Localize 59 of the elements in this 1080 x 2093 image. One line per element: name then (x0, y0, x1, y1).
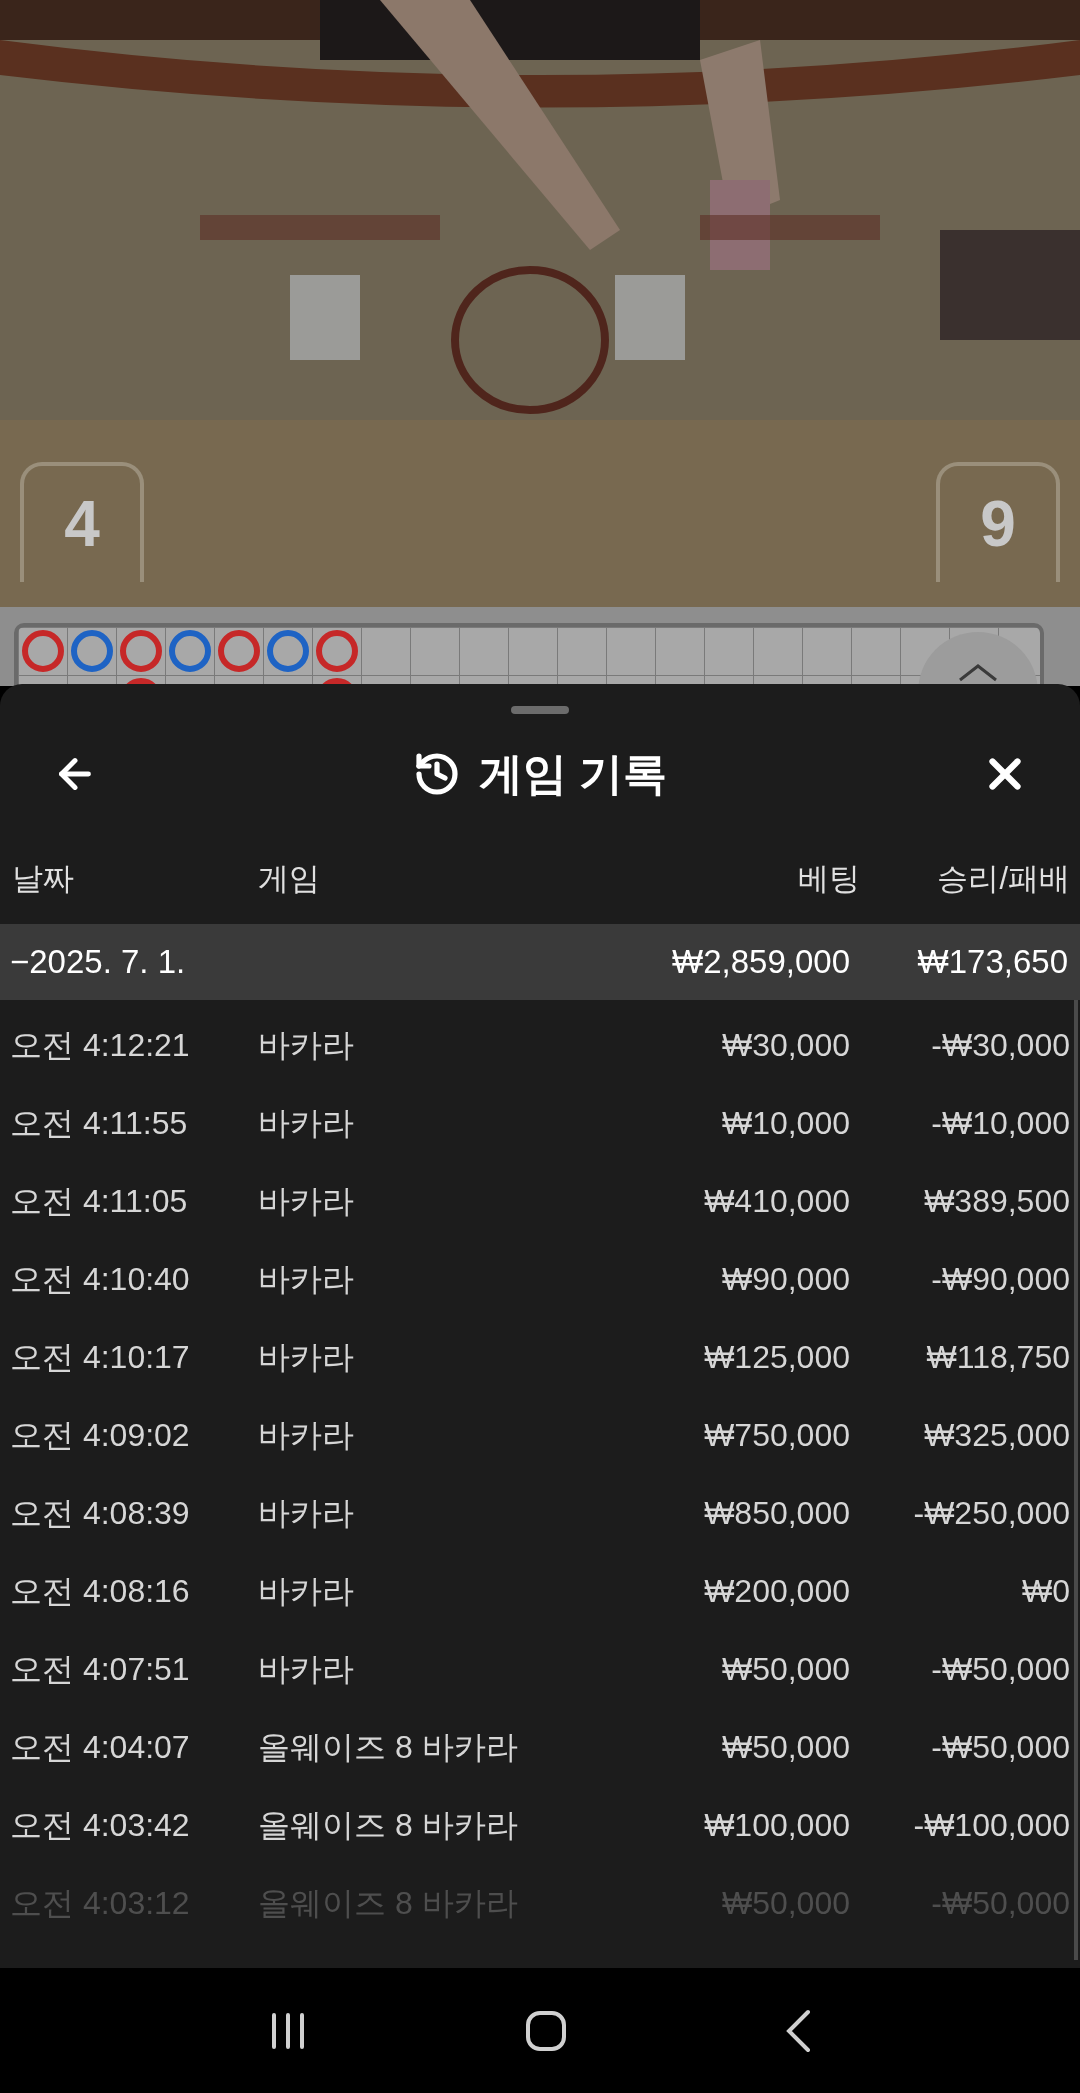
result-cell-text: ₩389,500 (923, 1182, 1071, 1221)
result-cell-text: ₩325,000 (923, 1416, 1071, 1455)
summary-row[interactable]: −2025. 7. 1. ₩2,859,000 ₩173,650 (0, 924, 1080, 1000)
game-cell-text: 바카라 (258, 1494, 355, 1533)
game-cell-text: 올웨이즈 8 바카라 (258, 1728, 519, 1767)
time-cell-text: 오전 4:03:42 (9, 1806, 191, 1845)
game-cell-text: 바카라 (258, 1416, 355, 1455)
player-score: 4 (64, 487, 100, 562)
time-cell-text: 오전 4:04:07 (9, 1728, 191, 1767)
game-cell-text: 바카라 (258, 1338, 355, 1377)
result-cell-text: -₩50,000 (930, 1650, 1071, 1689)
bet-cell-text: ₩125,000 (703, 1338, 850, 1377)
time-cell-text: 오전 4:07:51 (9, 1650, 191, 1689)
bet-cell-text: ₩30,000 (720, 1026, 850, 1065)
column-header: 승리/패배 (936, 859, 1071, 898)
summary-result: ₩173,650 (916, 942, 1069, 983)
bet-cell-text: ₩100,000 (703, 1806, 850, 1845)
game-cell-text: 바카라 (258, 1260, 355, 1299)
sheet-title: 게임 기록 (478, 748, 668, 800)
time-cell-text: 오전 4:11:55 (9, 1104, 189, 1143)
column-header: 날짜 (11, 859, 75, 898)
time-cell-text: 오전 4:08:16 (9, 1572, 191, 1611)
time-cell-text: 오전 4:08:39 (9, 1494, 191, 1533)
time-cell-text: 오전 4:11:05 (9, 1182, 189, 1221)
bet-cell-text: ₩200,000 (703, 1572, 850, 1611)
bet-cell-text: ₩750,000 (703, 1416, 850, 1455)
summary-date: −2025. 7. 1. (9, 942, 187, 983)
result-cell-text: -₩10,000 (930, 1104, 1071, 1143)
column-header: 베팅 (797, 859, 860, 898)
game-cell-text: 바카라 (258, 1182, 355, 1221)
summary-bet: ₩2,859,000 (671, 942, 850, 983)
scrollbar[interactable] (1074, 1000, 1078, 1960)
result-cell-text: -₩50,000 (930, 1728, 1071, 1767)
result-cell-text: -₩250,000 (912, 1494, 1071, 1533)
drag-handle[interactable] (511, 706, 569, 714)
home-icon[interactable] (525, 2009, 567, 2052)
bet-cell-text: ₩90,000 (720, 1260, 850, 1299)
bet-cell-text: ₩50,000 (720, 1728, 850, 1767)
game-cell-text: 올웨이즈 8 바카라 (258, 1806, 519, 1845)
column-header: 게임 (258, 859, 321, 898)
time-cell-text: 오전 4:10:17 (9, 1338, 191, 1377)
result-cell-text: ₩118,750 (925, 1338, 1071, 1377)
game-cell-text: 바카라 (258, 1650, 355, 1689)
result-cell-text: -₩30,000 (930, 1026, 1071, 1065)
banker-score: 9 (980, 487, 1016, 562)
bet-cell-text: ₩410,000 (703, 1182, 850, 1221)
result-cell-text: -₩100,000 (912, 1806, 1071, 1845)
time-cell-text: 오전 4:10:40 (9, 1260, 191, 1299)
bet-cell-text: ₩850,000 (703, 1494, 850, 1533)
chevron-up-icon (958, 662, 998, 682)
bet-cell-text: ₩10,000 (720, 1104, 850, 1143)
game-cell-text: 바카라 (258, 1572, 355, 1611)
time-cell-text: 오전 4:12:21 (9, 1026, 191, 1065)
time-cell-text: 오전 4:09:02 (9, 1416, 191, 1455)
game-cell-text: 바카라 (258, 1026, 355, 1065)
result-cell-text: ₩0 (1021, 1572, 1071, 1611)
game-cell-text: 바카라 (258, 1104, 355, 1143)
result-cell-text: -₩90,000 (930, 1260, 1071, 1299)
bet-cell-text: ₩50,000 (720, 1650, 850, 1689)
